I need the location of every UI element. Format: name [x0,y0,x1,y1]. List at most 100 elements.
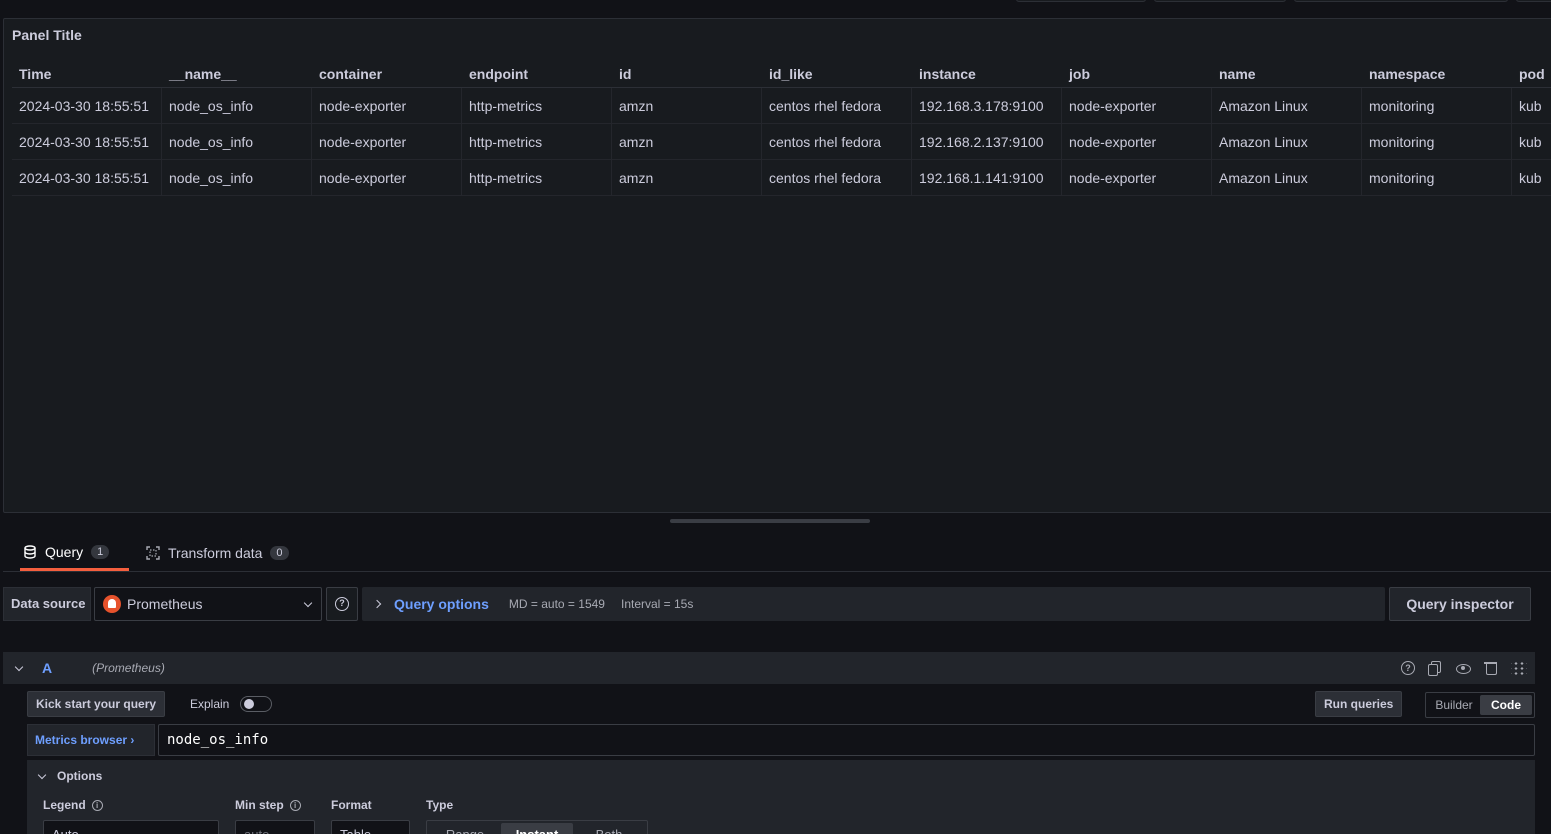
database-icon [23,544,37,559]
tab-query[interactable]: Query 1 [20,535,129,571]
pane-resize-handle[interactable] [670,519,870,523]
column-header[interactable]: id_like [762,61,912,87]
table-row: 2024-03-30 18:55:51 node_os_info node-ex… [12,160,1551,196]
table-cell: node-exporter [312,88,462,123]
column-header[interactable]: endpoint [462,61,612,87]
metrics-browser-button[interactable]: Metrics browser › [27,724,155,756]
type-radio-group: Range Instant Both [426,820,648,834]
help-icon: ? [335,597,349,611]
table-cell: node-exporter [312,124,462,159]
table-cell: 192.168.2.137:9100 [912,124,1062,159]
mode-builder[interactable]: Builder [1428,695,1480,715]
table-cell: centos rhel fedora [762,160,912,195]
tab-query-label: Query [45,543,84,560]
table-cell: amzn [612,88,762,123]
toolbar-button[interactable] [1016,0,1146,2]
legend-field-label: Legend i [43,798,103,812]
duplicate-icon[interactable] [1427,660,1443,676]
table-cell: 192.168.1.141:9100 [912,160,1062,195]
column-header[interactable]: Time [12,61,162,87]
table-cell: http-metrics [462,160,612,195]
query-ref-id[interactable]: A [42,660,52,676]
column-header[interactable]: namespace [1362,61,1512,87]
help-icon[interactable]: ? [1401,661,1415,675]
datasource-row: Data source Prometheus ? Query options M… [3,587,1551,621]
explain-label: Explain [190,697,230,711]
column-header[interactable]: name [1212,61,1362,87]
column-header[interactable]: instance [912,61,1062,87]
datasource-selected: Prometheus [127,596,203,612]
table-row: 2024-03-30 18:55:51 node_os_info node-ex… [12,88,1551,124]
kick-start-button[interactable]: Kick start your query [27,691,166,717]
table-cell: monitoring [1362,88,1512,123]
query-options-interval: Interval = 15s [620,597,694,611]
eye-icon[interactable] [1455,660,1471,676]
type-range[interactable]: Range [429,823,501,834]
toolbar-button[interactable] [1154,0,1286,2]
query-options-label: Query options [394,596,489,612]
tab-transform-count: 0 [270,546,289,560]
table-cell: centos rhel fedora [762,88,912,123]
table-cell: node_os_info [162,160,312,195]
column-header[interactable]: pod [1512,61,1551,87]
table-cell: kub [1519,170,1542,186]
table-cell: Amazon Linux [1212,160,1362,195]
tab-transform-label: Transform data [168,545,263,561]
table-cell: 192.168.3.178:9100 [912,88,1062,123]
info-icon[interactable]: i [289,799,301,811]
table-cell: node_os_info [162,124,312,159]
trash-icon[interactable] [1483,660,1499,676]
options-title: Options [57,769,103,783]
datasource-help-button[interactable]: ? [326,587,358,621]
type-both[interactable]: Both [573,823,645,834]
transform-icon [146,546,160,560]
toolbar-button[interactable] [1294,0,1508,2]
table-cell: node-exporter [1062,88,1212,123]
table-cell: amzn [612,160,762,195]
datasource-picker[interactable]: Prometheus [94,587,322,621]
table-cell: monitoring [1362,160,1512,195]
table-cell: monitoring [1362,124,1512,159]
chevron-down-icon [303,598,313,608]
format-select[interactable]: Table [331,820,410,834]
mode-code[interactable]: Code [1480,695,1532,715]
minstep-input[interactable]: auto [235,820,315,834]
format-field-label: Format [331,798,372,812]
tab-query-count: 1 [91,544,110,559]
drag-handle-icon[interactable] [1511,660,1527,676]
prometheus-logo-icon [103,595,121,613]
toolbar-button[interactable] [1516,0,1551,2]
run-queries-button[interactable]: Run queries [1315,691,1403,717]
query-row-header: A (Prometheus) ? [3,652,1535,684]
editor-mode-switch: Builder Code [1425,692,1535,718]
query-editor-toolbar: Kick start your query Explain Run querie… [27,691,1535,718]
table-cell: Amazon Linux [1212,124,1362,159]
query-inspector-button[interactable]: Query inspector [1389,587,1531,621]
legend-label: Legend [43,798,86,812]
type-label: Type [426,798,454,812]
info-icon[interactable]: i [91,799,103,811]
explain-toggle[interactable] [240,696,272,712]
legend-select[interactable]: Auto [43,820,219,834]
panel-title[interactable]: Panel Title [12,27,82,43]
query-options-toggle[interactable]: Query options MD = auto = 1549 Interval … [362,587,1385,621]
column-header[interactable]: container [312,61,462,87]
query-options-md: MD = auto = 1549 [508,597,605,611]
query-datasource-hint: (Prometheus) [92,661,165,675]
column-header[interactable]: id [612,61,762,87]
table-cell: 2024-03-30 18:55:51 [12,124,162,159]
top-toolbar [0,0,1551,18]
options-toggle[interactable]: Options [37,769,103,783]
column-header[interactable]: job [1062,61,1212,87]
promql-query-input[interactable]: node_os_info [158,724,1535,756]
collapse-query-icon[interactable] [14,662,24,671]
type-instant[interactable]: Instant [501,823,573,834]
table-cell: http-metrics [462,88,612,123]
table-header: Time __name__ container endpoint id id_l… [12,61,1551,88]
chevron-down-icon [37,770,47,779]
table-cell: kub [1519,134,1542,150]
panel-preview: Panel Title Time __name__ container endp… [3,18,1551,513]
tab-transform-data[interactable]: Transform data 0 [146,535,306,571]
column-header[interactable]: __name__ [162,61,312,87]
table-row: 2024-03-30 18:55:51 node_os_info node-ex… [12,124,1551,160]
